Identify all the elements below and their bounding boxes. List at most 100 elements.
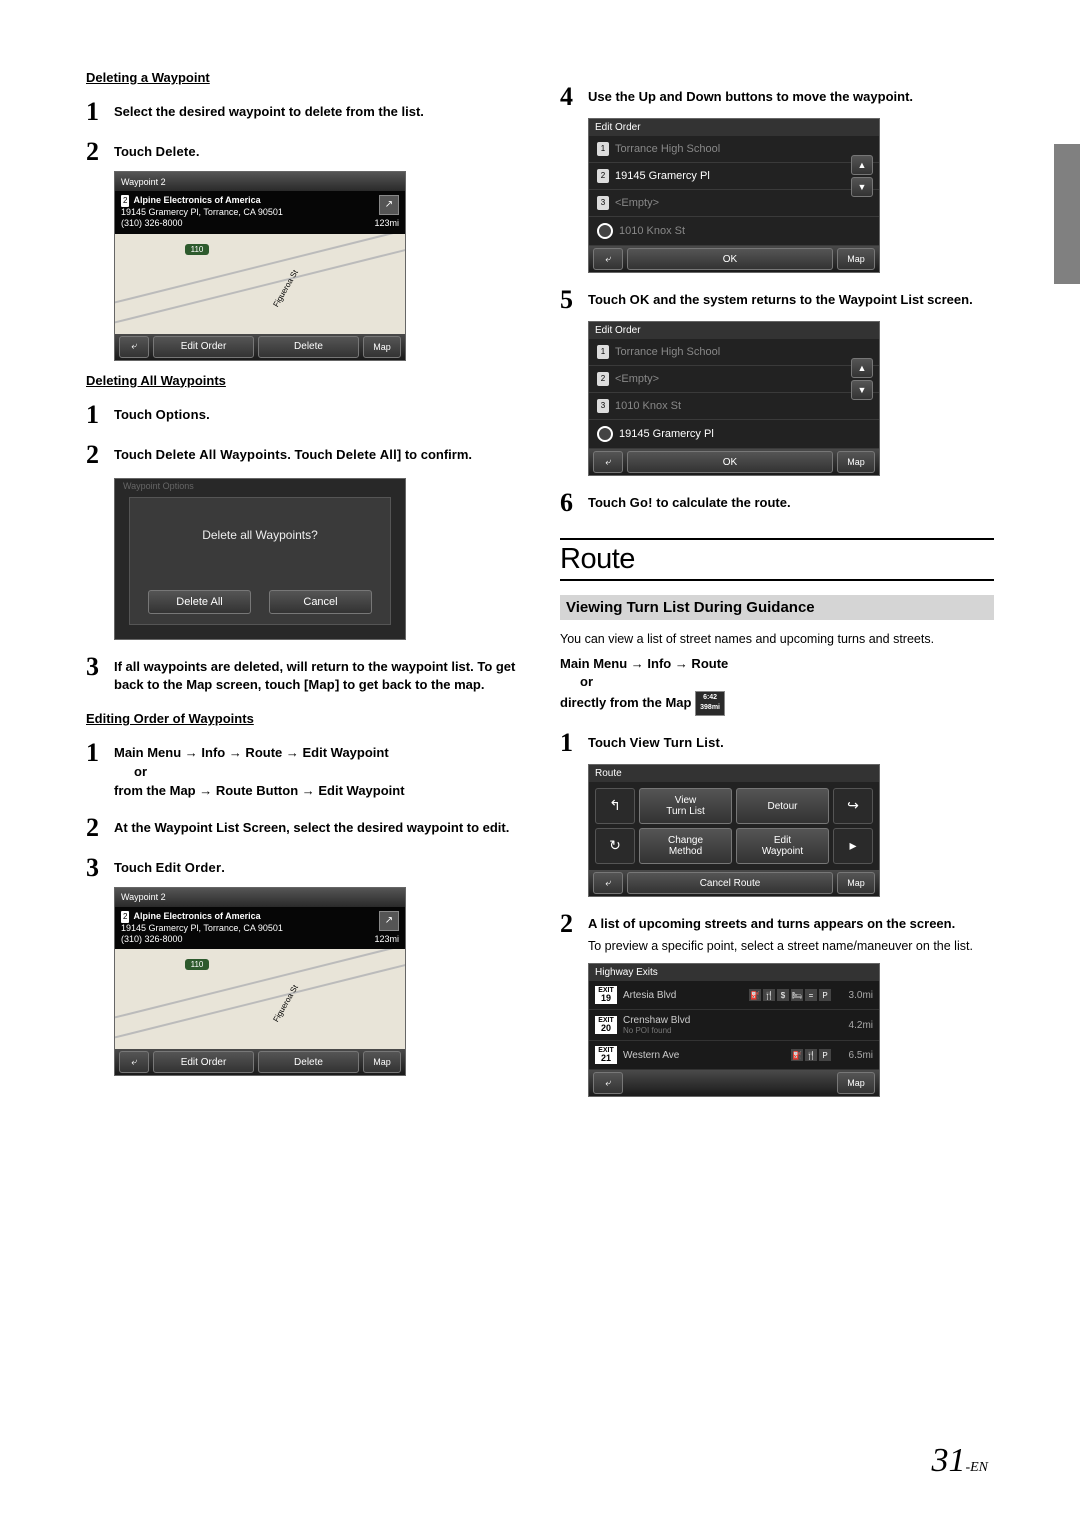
screenshot-map: 110 Figueroa St <box>115 234 405 334</box>
poi-distance: 123mi <box>374 934 399 945</box>
destination-icon <box>597 426 613 442</box>
text: directly from the Map <box>560 695 695 710</box>
step-1: 1 Main Menu → Info → Route → Edit Waypoi… <box>86 740 520 801</box>
delete-button[interactable]: Delete <box>258 336 359 358</box>
waypoint-label: 1010 Knox St <box>619 225 685 237</box>
text: . <box>196 144 200 159</box>
back-button[interactable]: ⤶ <box>119 336 149 358</box>
screenshot-titlebar: Highway Exits <box>589 964 879 981</box>
map-button[interactable]: Map <box>837 248 875 270</box>
detour-button[interactable]: Detour <box>736 788 829 824</box>
screenshot-bottombar: ⤶ Edit Order Delete Map <box>115 1049 405 1075</box>
content-columns: Deleting a Waypoint 1 Select the desired… <box>86 70 994 1097</box>
step-text: Select the desired waypoint to delete fr… <box>114 99 520 122</box>
step-text: Main Menu → Info → Route → Edit Waypoint… <box>114 740 520 801</box>
keyword: Options <box>156 407 207 422</box>
screenshot-titlebar: Waypoint 2 <box>115 888 405 907</box>
waypoint-marker-icon: 3 <box>597 399 609 413</box>
move-up-button[interactable]: ▲ <box>851 155 873 175</box>
back-button[interactable]: ⤶ <box>593 451 623 473</box>
dialog-title: Waypoint Options <box>123 481 194 491</box>
edit-order-button[interactable]: Edit Order <box>153 336 254 358</box>
step-6: 6 Touch Go! to calculate the route. <box>560 490 994 516</box>
waypoint-row[interactable]: 3 <Empty> <box>589 190 879 217</box>
move-up-button[interactable]: ▲ <box>851 358 873 378</box>
page-number-value: 31 <box>931 1442 965 1479</box>
back-button[interactable]: ⤶ <box>119 1051 149 1073</box>
screenshot-waypoint-detail: Waypoint 2 ↗ 2Alpine Electronics of Amer… <box>114 171 406 361</box>
back-button[interactable]: ⤶ <box>593 872 623 894</box>
dollar-icon: $ <box>777 989 789 1001</box>
text: . <box>206 407 210 422</box>
step-number: 1 <box>560 730 576 756</box>
step-text: Touch Delete All Waypoints. Touch Delete… <box>114 442 520 465</box>
cancel-button[interactable]: Cancel <box>269 590 372 614</box>
poi-name: Alpine Electronics of America <box>133 195 260 207</box>
waypoint-row[interactable]: 19145 Gramercy Pl <box>589 420 879 449</box>
ok-button[interactable]: OK <box>627 248 833 270</box>
view-turn-list-button[interactable]: View Turn List <box>639 788 732 824</box>
go-arrow-icon: ↗ <box>379 911 399 931</box>
text: and the system returns to the Waypoint L… <box>650 292 973 307</box>
waypoint-row[interactable]: 3 1010 Knox St <box>589 393 879 420</box>
page-number-suffix: -EN <box>965 1460 988 1475</box>
waypoint-row[interactable]: 1 Torrance High School <box>589 339 879 366</box>
back-button[interactable]: ⤶ <box>593 248 623 270</box>
cancel-route-button[interactable]: Cancel Route <box>627 872 833 894</box>
map-button[interactable]: Map <box>837 451 875 473</box>
keyword: Edit Order <box>156 860 222 875</box>
waypoint-row[interactable]: 2 <Empty> ▲ ▼ <box>589 366 879 393</box>
step-number: 3 <box>86 855 102 881</box>
exit-street-name: Artesia Blvd <box>623 990 743 1001</box>
delete-button[interactable]: Delete <box>258 1051 359 1073</box>
screenshot-confirm-dialog: Waypoint Options Delete all Waypoints? D… <box>114 478 406 640</box>
exit-number: 21 <box>595 1054 617 1063</box>
step-1: 1 Touch View Turn List. <box>560 730 994 756</box>
rest-icon: = <box>805 989 817 1001</box>
map-button[interactable]: Map <box>837 872 875 894</box>
fuel-icon: ⛽ <box>749 989 761 1001</box>
map-street-label: Figueroa St <box>271 268 299 308</box>
waypoint-label: 19145 Gramercy Pl <box>619 428 714 440</box>
exit-row[interactable]: EXIT19 Artesia Blvd ⛽🍴$🛏=P 3.0mi <box>589 981 879 1010</box>
step-text: Touch Delete. <box>114 139 520 162</box>
edit-waypoint-button[interactable]: Edit Waypoint <box>736 828 829 864</box>
icon-time: 6:42 <box>703 694 717 701</box>
lodging-icon: 🛏 <box>791 989 803 1001</box>
step-2: 2 At the Waypoint List Screen, select th… <box>86 815 520 841</box>
waypoint-row[interactable]: 1 Torrance High School <box>589 136 879 163</box>
map-road <box>115 949 405 1020</box>
heading-editing-order: Editing Order of Waypoints <box>86 711 520 726</box>
map-button[interactable]: Map <box>837 1072 875 1094</box>
waypoint-label: <Empty> <box>615 197 659 209</box>
waypoint-row-selected[interactable]: 2 19145 Gramercy Pl ▲ ▼ <box>589 163 879 190</box>
delete-all-button[interactable]: Delete All <box>148 590 251 614</box>
step-text: Touch Options. <box>114 402 520 425</box>
edit-order-button[interactable]: Edit Order <box>153 1051 254 1073</box>
screenshot-titlebar: Waypoint 2 <box>115 172 405 191</box>
detour-icon: ↪ <box>833 788 873 824</box>
text: . Touch <box>287 447 336 462</box>
map-button[interactable]: Map <box>363 336 401 358</box>
back-button[interactable]: ⤶ <box>593 1072 623 1094</box>
keyword: View Turn List <box>630 735 720 750</box>
go-arrow-icon: ↗ <box>379 195 399 215</box>
parking-icon: P <box>819 989 831 1001</box>
waypoint-marker-icon: 3 <box>597 196 609 210</box>
exit-row[interactable]: EXIT21 Western Ave ⛽🍴P 6.5mi <box>589 1041 879 1070</box>
waypoint-row[interactable]: 1010 Knox St <box>589 217 879 246</box>
exit-street-name: Western Ave <box>623 1050 785 1061</box>
map-button[interactable]: Map <box>363 1051 401 1073</box>
waypoint-marker-icon: 1 <box>597 345 609 359</box>
step-2: 2 A list of upcoming streets and turns a… <box>560 911 994 955</box>
ok-button[interactable]: OK <box>627 451 833 473</box>
poi-icons: ⛽🍴$🛏=P <box>749 989 831 1001</box>
screenshot-bottombar: ⤶ Map <box>589 1070 879 1096</box>
turn-icon: ↰ <box>595 788 635 824</box>
change-method-button[interactable]: Change Method <box>639 828 732 864</box>
route-grid: ↰ View Turn List Detour ↪ ↻ Change Metho… <box>589 782 879 870</box>
screenshot-infobox: ↗ 2Alpine Electronics of America 19145 G… <box>115 191 405 234</box>
text: A list of upcoming streets and turns app… <box>588 916 955 931</box>
exit-row[interactable]: EXIT20 Crenshaw Blvd No POI found 4.2mi <box>589 1010 879 1041</box>
map-road <box>115 234 405 305</box>
